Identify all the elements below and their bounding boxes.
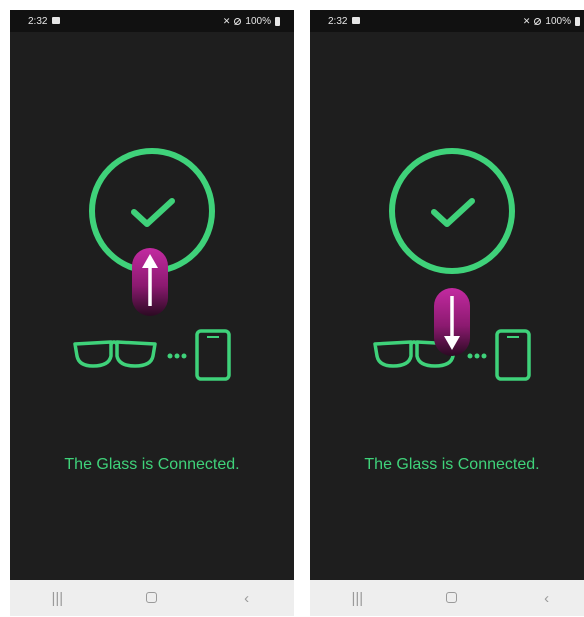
mute-icon: ✕ xyxy=(222,16,231,26)
battery-icon xyxy=(575,17,580,26)
gallery-notification-icon xyxy=(52,17,60,24)
back-button[interactable]: ‹ xyxy=(227,590,267,607)
status-time: 2:32 xyxy=(328,16,348,27)
status-bar: 2:32 ✕ 100% xyxy=(310,10,584,32)
phone-screen-left: 2:32 ✕ 100% The Glass is Connected. ||| … xyxy=(10,10,294,616)
home-icon xyxy=(446,591,458,603)
arrow-down-icon xyxy=(444,296,460,350)
status-icons: ✕ 100% xyxy=(523,16,580,27)
battery-percent: 100% xyxy=(545,16,571,27)
connection-status-text: The Glass is Connected. xyxy=(64,456,240,473)
navigation-bar: ||| ‹ xyxy=(10,580,294,616)
battery-icon xyxy=(275,17,280,26)
mute-icon: ✕ xyxy=(522,16,531,26)
arrow-up-icon xyxy=(142,254,158,306)
home-button[interactable] xyxy=(132,590,172,607)
do-not-disturb-icon xyxy=(234,18,242,25)
home-button[interactable] xyxy=(432,590,472,607)
swipe-down-gesture-indicator xyxy=(434,288,470,356)
phone-screen-right: 2:32 ✕ 100% The Glass is Connected. ||| … xyxy=(310,10,584,616)
status-bar: 2:32 ✕ 100% xyxy=(10,10,294,32)
navigation-bar: ||| ‹ xyxy=(310,580,584,616)
glasses-to-phone-connection xyxy=(73,329,231,381)
recents-button[interactable]: ||| xyxy=(37,590,77,607)
phone-icon xyxy=(495,329,531,381)
status-icons: ✕ 100% xyxy=(223,16,280,27)
check-icon xyxy=(131,198,175,227)
check-icon xyxy=(431,198,475,227)
do-not-disturb-icon xyxy=(534,18,542,25)
connected-check-circle xyxy=(389,148,515,274)
recents-button[interactable]: ||| xyxy=(337,590,377,607)
gallery-notification-icon xyxy=(352,17,360,24)
connection-status-text: The Glass is Connected. xyxy=(364,456,540,473)
glasses-icon xyxy=(73,340,157,368)
battery-percent: 100% xyxy=(245,16,271,27)
status-time: 2:32 xyxy=(28,16,48,27)
phone-icon xyxy=(195,329,231,381)
connection-dots-icon xyxy=(467,353,487,359)
back-button[interactable]: ‹ xyxy=(527,590,567,607)
connection-dots-icon xyxy=(167,353,187,359)
home-icon xyxy=(146,591,158,603)
swipe-up-gesture-indicator xyxy=(132,248,168,316)
